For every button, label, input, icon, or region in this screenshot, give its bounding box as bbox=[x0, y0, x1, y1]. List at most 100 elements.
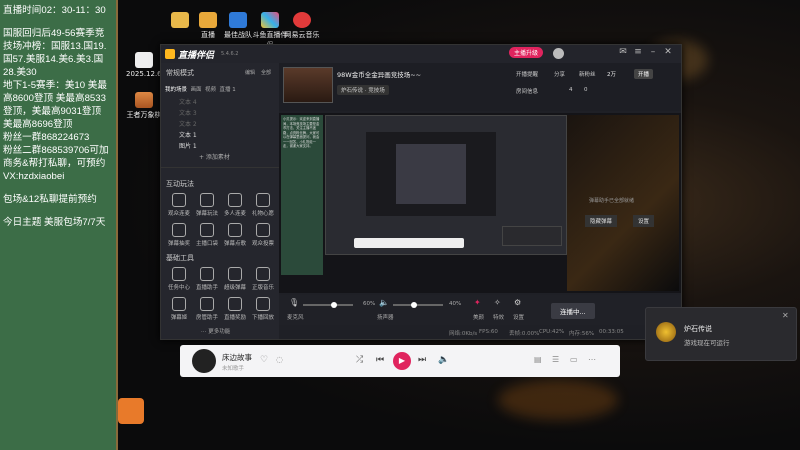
scene-item[interactable]: 文本 2 bbox=[161, 119, 279, 130]
tool-label: 观众投票 bbox=[251, 241, 274, 247]
settings-button[interactable]: 设置 bbox=[513, 313, 524, 321]
volume-icon[interactable]: 🔈 bbox=[438, 355, 449, 365]
beauty-button[interactable]: 美颜 bbox=[473, 313, 484, 321]
menu-icon[interactable]: ≡ bbox=[631, 47, 645, 57]
tool-button[interactable]: 礼物心愿 bbox=[250, 193, 276, 217]
heart-icon[interactable]: ♡ bbox=[260, 355, 268, 365]
skin-icon[interactable]: ✉ bbox=[616, 47, 630, 57]
tool-button[interactable]: 弹幕姬 bbox=[166, 297, 192, 321]
playlist-icon[interactable]: ☰ bbox=[552, 355, 559, 364]
tool-button[interactable]: 房管助手 bbox=[194, 297, 220, 321]
tool-button[interactable]: 多人连麦 bbox=[222, 193, 248, 217]
tool-label: 主播口袋 bbox=[195, 241, 218, 247]
comment-icon[interactable]: ◌ bbox=[276, 355, 283, 364]
stream-preview[interactable]: 小贝提示：欢迎来到直播间，本场竞技场主要是金币打法，关注主播不迷路，点亮粉丝牌，… bbox=[279, 113, 681, 293]
tool-button[interactable]: 正版音乐 bbox=[250, 267, 276, 291]
desktop-icon-game[interactable]: 王者万象棋 bbox=[126, 92, 162, 120]
tab-video[interactable]: 视频 bbox=[205, 87, 216, 93]
tab-screen[interactable]: 画面 bbox=[191, 87, 202, 93]
board-line: 直播时间02：30-11：30 bbox=[3, 5, 106, 16]
app-logo-icon bbox=[165, 49, 175, 59]
prev-icon[interactable]: ⏮ bbox=[376, 355, 384, 365]
board-line: 粉丝一群868224673 bbox=[3, 132, 90, 143]
notification-app-name: 炉石传说 bbox=[684, 325, 712, 333]
album-art[interactable] bbox=[192, 349, 216, 373]
tool-button[interactable]: 超级弹幕 bbox=[222, 267, 248, 291]
song-artist[interactable]: 未知歌手 bbox=[222, 364, 244, 372]
tool-label: 弹幕抽奖 bbox=[167, 241, 190, 247]
tab-my-scenes[interactable]: 我的场景 bbox=[165, 87, 187, 93]
song-title[interactable]: 床边故事 bbox=[222, 352, 252, 363]
room-info-label[interactable]: 房间信息 bbox=[516, 87, 538, 95]
preview-side-area: 弹幕助手已全部就绪 隐藏弹幕 设置 bbox=[567, 115, 679, 291]
share-button[interactable]: 分享 bbox=[554, 70, 565, 78]
gear-icon: ⚙ bbox=[514, 298, 522, 307]
tool-button[interactable]: 观众连麦 bbox=[166, 193, 192, 217]
upgrade-button[interactable]: 主播升级 bbox=[509, 47, 544, 58]
mic-volume-slider[interactable] bbox=[303, 302, 353, 308]
desktop-icon-file[interactable]: 2025.12.6... bbox=[126, 52, 168, 78]
board-gap bbox=[3, 17, 113, 27]
live-remind-button[interactable]: 开播提醒 bbox=[516, 70, 538, 78]
stream-info-board: 直播时间02：30-11：30 国服回归后49-56赛季竞技场冲榜：国服13.国1… bbox=[0, 0, 118, 450]
next-icon[interactable]: ⏭ bbox=[418, 355, 426, 365]
lyrics-icon[interactable]: ▤ bbox=[534, 355, 542, 364]
board-line: 包场&12私聊提前预约 bbox=[3, 194, 97, 205]
tool-button[interactable]: 直播奖励 bbox=[222, 297, 248, 321]
tool-button[interactable]: 任务中心 bbox=[166, 267, 192, 291]
close-icon[interactable]: ✕ bbox=[661, 47, 675, 57]
stream-category[interactable]: 炉石传说 · 竞技场 bbox=[337, 85, 389, 95]
beauty-icon: ✦ bbox=[474, 298, 481, 307]
speaker-volume-knob[interactable] bbox=[411, 302, 417, 308]
mode-selector[interactable]: 常规模式 bbox=[166, 68, 194, 78]
stream-title[interactable]: 98W金币全金异画竞技场~~ bbox=[337, 69, 421, 79]
stream-cover-thumbnail[interactable] bbox=[283, 67, 333, 103]
scene-item[interactable]: 图片 1 bbox=[161, 141, 279, 152]
danmaku-settings-button[interactable]: 设置 bbox=[633, 215, 655, 227]
desktop-icon-team[interactable]: 最佳战队 bbox=[220, 12, 256, 40]
tool-button[interactable]: 弹幕点歌 bbox=[222, 223, 248, 247]
avatar[interactable] bbox=[553, 48, 564, 59]
watch-button[interactable]: 开播 bbox=[634, 69, 654, 79]
more-icon[interactable]: ⋯ bbox=[588, 355, 596, 364]
scene-item[interactable]: 文本 3 bbox=[161, 108, 279, 119]
taskbar-app-icon[interactable] bbox=[118, 398, 144, 424]
scene-item[interactable]: 文本 4 bbox=[161, 97, 279, 108]
tool-button[interactable]: 下播回放 bbox=[250, 297, 276, 321]
board-gap bbox=[3, 183, 113, 193]
tab-live1[interactable]: 直播 1 bbox=[220, 87, 236, 93]
toast-notification[interactable]: 炉石传说 游戏现在可运行 ✕ bbox=[645, 307, 797, 361]
more-functions-link[interactable]: ⋯ 更多功能 bbox=[201, 327, 230, 335]
sidebar: 常规模式 编辑 全部 我的场景 画面 视频 直播 1 文本 4 文本 3 文本 … bbox=[161, 63, 279, 339]
add-material-button[interactable]: + 添加素材 bbox=[161, 152, 279, 163]
tool-button[interactable]: 弹幕抽奖 bbox=[166, 223, 192, 247]
tool-button[interactable]: 弹幕玩法 bbox=[194, 193, 220, 217]
music-player: 床边故事 未知歌手 ♡ ◌ ⤮ ⏮ ▶ ⏭ 🔈 ▤ ☰ ▭ ⋯ bbox=[180, 345, 620, 377]
mic-volume-knob[interactable] bbox=[331, 302, 337, 308]
close-icon[interactable]: ✕ bbox=[782, 311, 789, 320]
tool-button[interactable]: 观众投票 bbox=[250, 223, 276, 247]
shuffle-icon[interactable]: ⤮ bbox=[356, 355, 363, 365]
tool-icon bbox=[256, 297, 270, 311]
nested-notification bbox=[502, 226, 562, 246]
mode-all-link[interactable]: 全部 bbox=[261, 69, 271, 76]
tool-icon bbox=[256, 267, 270, 281]
live-status-button[interactable]: 连播中... bbox=[551, 303, 595, 319]
minimize-icon[interactable]: – bbox=[646, 47, 660, 57]
tool-label: 直播奖励 bbox=[223, 315, 246, 321]
hide-danmaku-button[interactable]: 隐藏弹幕 bbox=[585, 215, 618, 227]
board-line: 国服回归后49-56赛季竞技场冲榜：国服13.国19.国57.美服14.美6.美… bbox=[3, 28, 107, 78]
effects-button[interactable]: 特效 bbox=[493, 313, 504, 321]
mic-icon[interactable]: 🎙 bbox=[289, 298, 299, 307]
scene-item[interactable]: 文本 1 bbox=[161, 130, 279, 141]
speaker-icon[interactable]: 🔈 bbox=[379, 298, 389, 307]
room-stat-gifts: 0 bbox=[584, 87, 588, 93]
tool-button[interactable]: 主播口袋 bbox=[194, 223, 220, 247]
tool-button[interactable]: 直播助手 bbox=[194, 267, 220, 291]
game-icon bbox=[135, 92, 153, 108]
mini-mode-icon[interactable]: ▭ bbox=[570, 355, 578, 364]
mode-edit-link[interactable]: 编辑 bbox=[245, 69, 255, 76]
play-button[interactable]: ▶ bbox=[393, 352, 411, 370]
speaker-volume-slider[interactable] bbox=[393, 302, 443, 308]
desktop-icon-netease-music[interactable]: 网易云音乐 bbox=[284, 12, 320, 40]
